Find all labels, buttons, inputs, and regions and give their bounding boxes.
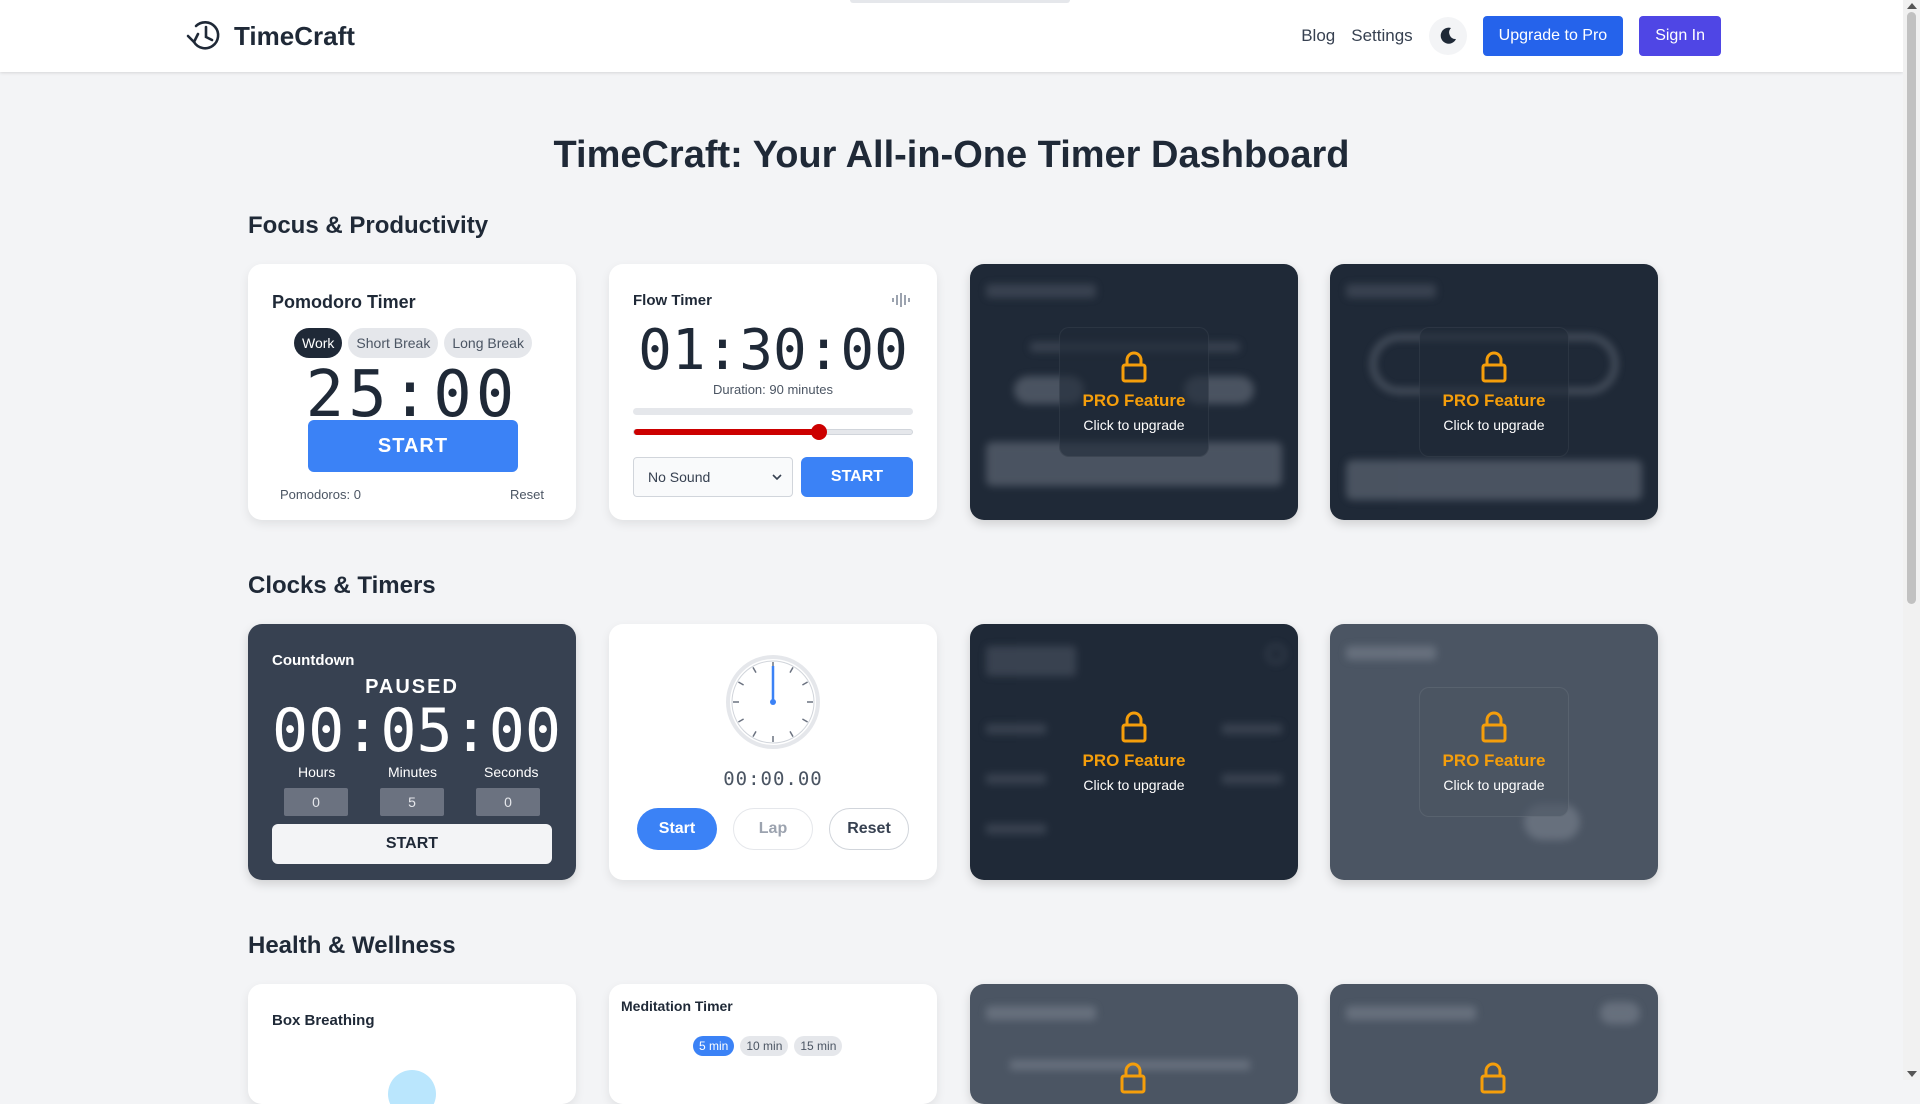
lock-icon <box>1120 1062 1146 1094</box>
minutes-label: Minutes <box>388 764 438 780</box>
flow-duration-slider[interactable] <box>633 424 913 440</box>
top-notch <box>850 0 1070 3</box>
sound-select[interactable]: No Sound <box>633 457 793 497</box>
breathing-circle <box>388 1070 436 1104</box>
stopwatch-reset-button[interactable]: Reset <box>829 808 909 850</box>
stopwatch-start-button[interactable]: Start <box>637 808 717 850</box>
pomodoro-reset-link[interactable]: Reset <box>510 487 544 502</box>
lock-icon <box>1481 351 1507 383</box>
scroll-thumb[interactable] <box>1907 12 1916 604</box>
clock-logo-icon <box>186 21 220 50</box>
moon-icon <box>1440 27 1456 44</box>
scroll-up-arrow-icon[interactable] <box>1907 3 1917 9</box>
flow-progress-bar <box>633 408 913 415</box>
stopwatch-time: 00:00.00 <box>723 768 823 790</box>
seconds-label: Seconds <box>484 764 539 780</box>
box-breathing-card: Box Breathing <box>248 984 576 1104</box>
logo[interactable]: TimeCraft <box>186 18 355 54</box>
hours-input[interactable]: 0 <box>284 788 348 816</box>
lock-icon <box>1121 351 1147 383</box>
box-breathing-title: Box Breathing <box>272 1012 375 1029</box>
flow-duration: Duration: 90 minutes <box>713 382 833 397</box>
pro-feature-subtitle: Click to upgrade <box>1083 777 1185 793</box>
pro-feature-overlay[interactable]: PRO Feature Click to upgrade <box>1419 687 1569 817</box>
upgrade-button[interactable]: Upgrade to Pro <box>1482 16 1624 56</box>
countdown-card: Countdown PAUSED 00:05:00 Hours Minutes … <box>248 624 576 880</box>
pro-feature-title: PRO Feature <box>1082 391 1186 410</box>
pomodoro-title: Pomodoro Timer <box>272 292 416 312</box>
section-title-focus: Focus & Productivity <box>248 212 489 239</box>
pomodoro-count: Pomodoros: 0 <box>280 487 361 502</box>
pro-feature-subtitle: Click to upgrade <box>1443 777 1545 793</box>
meditation-title: Meditation Timer <box>621 998 733 1014</box>
sleep-calculator-pro-card[interactable] <box>970 984 1298 1104</box>
meditation-option-5[interactable]: 5 min <box>693 1036 735 1056</box>
meditation-timer-card: Meditation Timer 5 min 10 min 15 min <box>609 984 937 1104</box>
chevron-down-icon <box>772 474 782 480</box>
theme-toggle-button[interactable] <box>1428 17 1467 55</box>
pro-feature-title: PRO Feature <box>1442 391 1546 410</box>
countdown-start-button[interactable]: START <box>272 824 552 864</box>
meditation-duration-options: 5 min 10 min 15 min <box>693 1036 843 1056</box>
sound-wave-icon[interactable] <box>891 293 911 307</box>
flow-title: Flow Timer <box>633 292 712 309</box>
pro-feature-title: PRO Feature <box>1082 751 1186 770</box>
lock-icon <box>1481 711 1507 743</box>
stopwatch-dial-icon <box>726 655 820 749</box>
stopwatch-lap-button[interactable]: Lap <box>733 808 813 850</box>
pro-feature-overlay[interactable]: PRO Feature Click to upgrade <box>1419 327 1569 457</box>
pro-feature-title: PRO Feature <box>1442 751 1546 770</box>
pomodoro-mode-tabs: Work Short Break Long Break <box>294 328 532 358</box>
scroll-down-arrow-icon[interactable] <box>1907 1071 1917 1077</box>
flow-timer-card: Flow Timer 01:30:00 Duration: 90 minutes… <box>609 264 937 520</box>
main-nav: Blog Settings Upgrade to Pro Sign In <box>1301 16 1721 56</box>
mode-work[interactable]: Work <box>294 328 343 358</box>
pro-feature-subtitle: Click to upgrade <box>1083 417 1185 433</box>
meditation-option-10[interactable]: 10 min <box>740 1036 789 1056</box>
flow-start-button[interactable]: START <box>801 457 913 497</box>
section-title-clocks: Clocks & Timers <box>248 572 436 599</box>
world-clock-pro-card[interactable]: PRO Feature Click to upgrade <box>970 624 1298 880</box>
sound-select-value: No Sound <box>648 469 711 485</box>
countdown-time: 00:05:00 <box>272 696 561 766</box>
hours-label: Hours <box>298 764 336 780</box>
mode-long-break[interactable]: Long Break <box>444 328 532 358</box>
flow-slider-fill <box>634 429 819 435</box>
nav-blog[interactable]: Blog <box>1301 26 1335 46</box>
mode-short-break[interactable]: Short Break <box>348 328 439 358</box>
pro-feature-subtitle: Click to upgrade <box>1443 417 1545 433</box>
pro-feature-overlay[interactable]: PRO Feature Click to upgrade <box>1059 687 1209 817</box>
section-title-health: Health & Wellness <box>248 932 456 959</box>
logo-text: TimeCraft <box>234 20 355 51</box>
lock-icon <box>1121 711 1147 743</box>
stopwatch-card: 00:00.00 Start Lap Reset <box>609 624 937 880</box>
nav-settings[interactable]: Settings <box>1351 26 1412 46</box>
eye-rest-reminder-pro-card[interactable] <box>1330 984 1658 1104</box>
page-title: TimeCraft: Your All-in-One Timer Dashboa… <box>553 134 1350 176</box>
pomodoro-start-button[interactable]: START <box>308 420 518 472</box>
minutes-input[interactable]: 5 <box>380 788 444 816</box>
hiit-timer-pro-card[interactable]: PRO Feature Click to upgrade <box>1330 264 1658 520</box>
countdown-title: Countdown <box>272 652 355 669</box>
focus-session-pro-card[interactable]: PRO Feature Click to upgrade <box>970 264 1298 520</box>
pomodoro-card: Pomodoro Timer Work Short Break Long Bre… <box>248 264 576 520</box>
signin-button[interactable]: Sign In <box>1639 16 1721 56</box>
meditation-option-15[interactable]: 15 min <box>794 1036 843 1056</box>
alarm-clock-pro-card[interactable]: PRO Feature Click to upgrade <box>1330 624 1658 880</box>
top-header: TimeCraft Blog Settings Upgrade to Pro S… <box>0 0 1903 72</box>
flow-time: 01:30:00 <box>638 318 908 383</box>
lock-icon <box>1480 1062 1506 1094</box>
pro-feature-overlay[interactable]: PRO Feature Click to upgrade <box>1059 327 1209 457</box>
flow-slider-thumb[interactable] <box>810 424 827 440</box>
seconds-input[interactable]: 0 <box>476 788 540 816</box>
page-scrollbar[interactable] <box>1903 0 1920 1080</box>
